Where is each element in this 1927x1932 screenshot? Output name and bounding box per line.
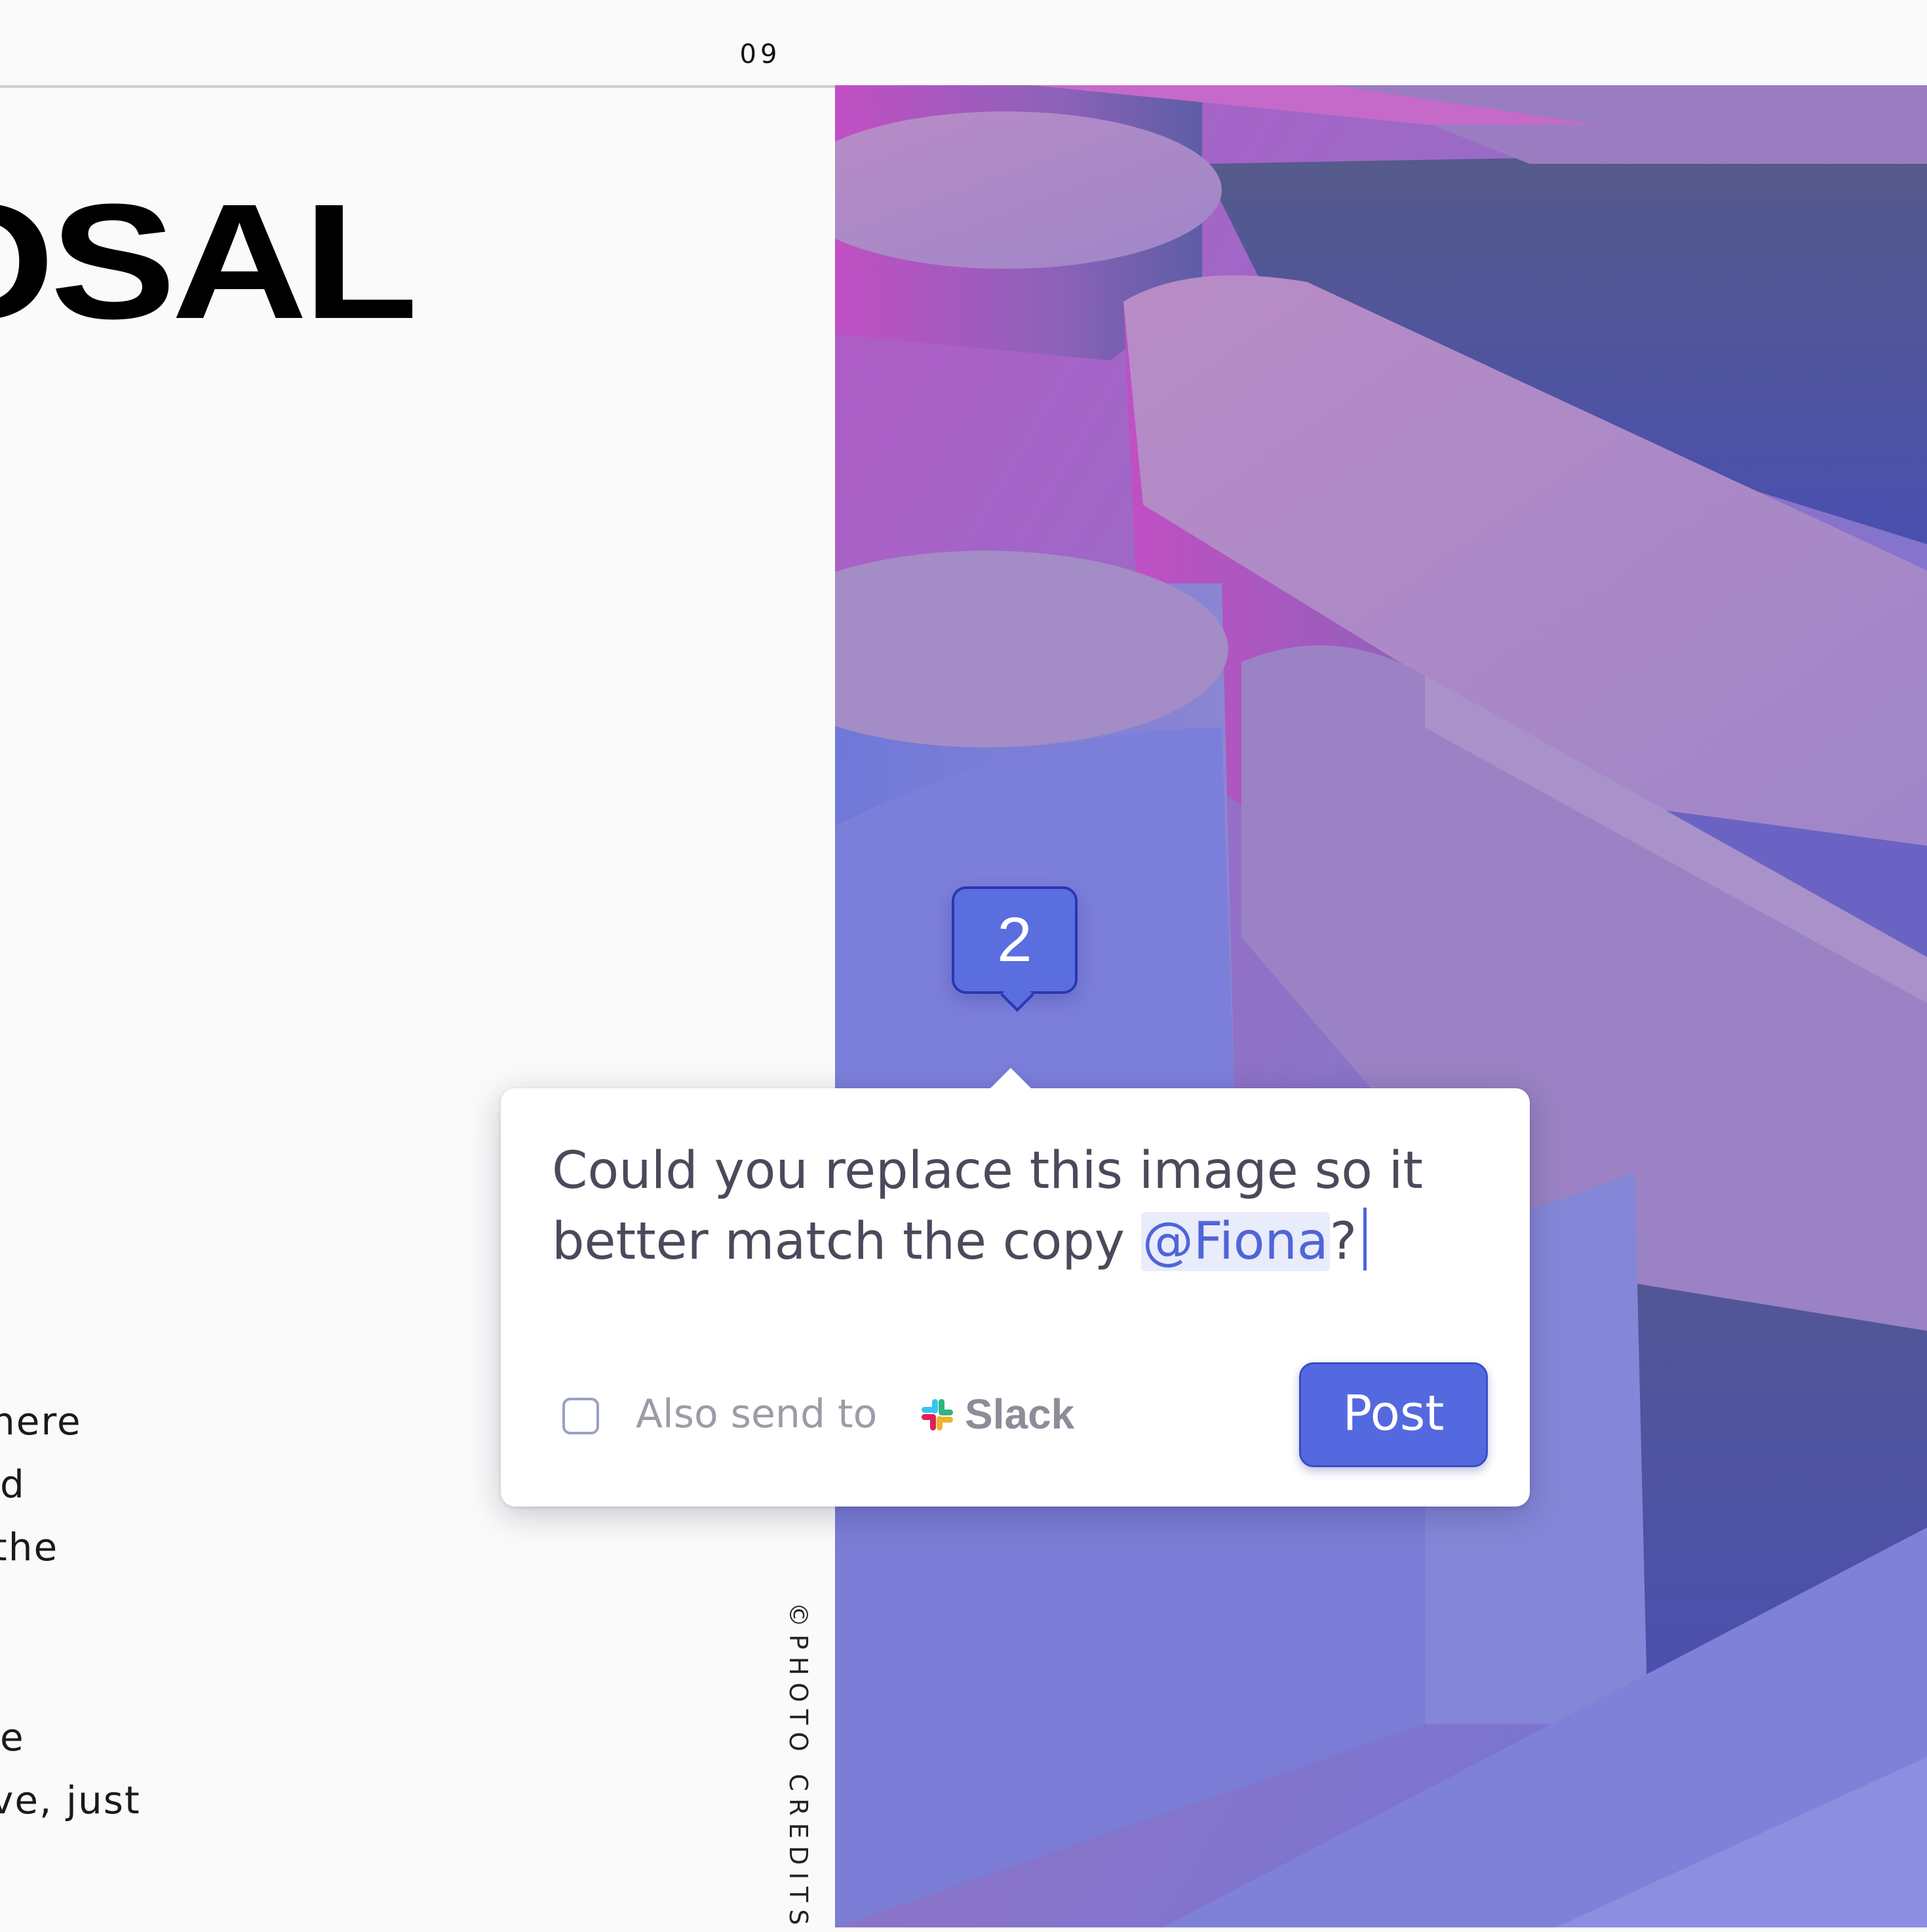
comment-pin[interactable]: 2 (952, 886, 1078, 994)
comment-input[interactable]: Could you replace this image so it bette… (552, 1135, 1496, 1277)
body-text-line: ve, just (0, 1778, 141, 1823)
body-text-line: here (0, 1399, 82, 1444)
send-to-slack-checkbox[interactable] (562, 1398, 599, 1434)
abstract-shapes-illustration (835, 85, 1927, 1927)
document-page: OSAL here d the e ve, just (0, 88, 835, 1927)
slack-icon (922, 1399, 953, 1430)
document-title: OSAL (0, 170, 418, 353)
comment-text-end: ? (1329, 1212, 1357, 1271)
photo-credits: ©PHOTO CREDITS (784, 1602, 813, 1932)
also-send-label: Also send to (636, 1391, 878, 1437)
comment-popover: Could you replace this image so it bette… (501, 1088, 1530, 1507)
post-button[interactable]: Post (1299, 1362, 1488, 1467)
user-mention[interactable]: @Fiona (1140, 1212, 1330, 1271)
text-caret (1363, 1208, 1367, 1271)
slack-label: Slack (965, 1390, 1075, 1438)
page-number: 09 (739, 39, 781, 69)
body-text-line: e (0, 1715, 25, 1760)
body-text-line: the (0, 1525, 59, 1569)
hero-image[interactable] (835, 85, 1927, 1927)
body-text-line: d (0, 1462, 26, 1507)
top-bar: 09 (0, 0, 1927, 88)
